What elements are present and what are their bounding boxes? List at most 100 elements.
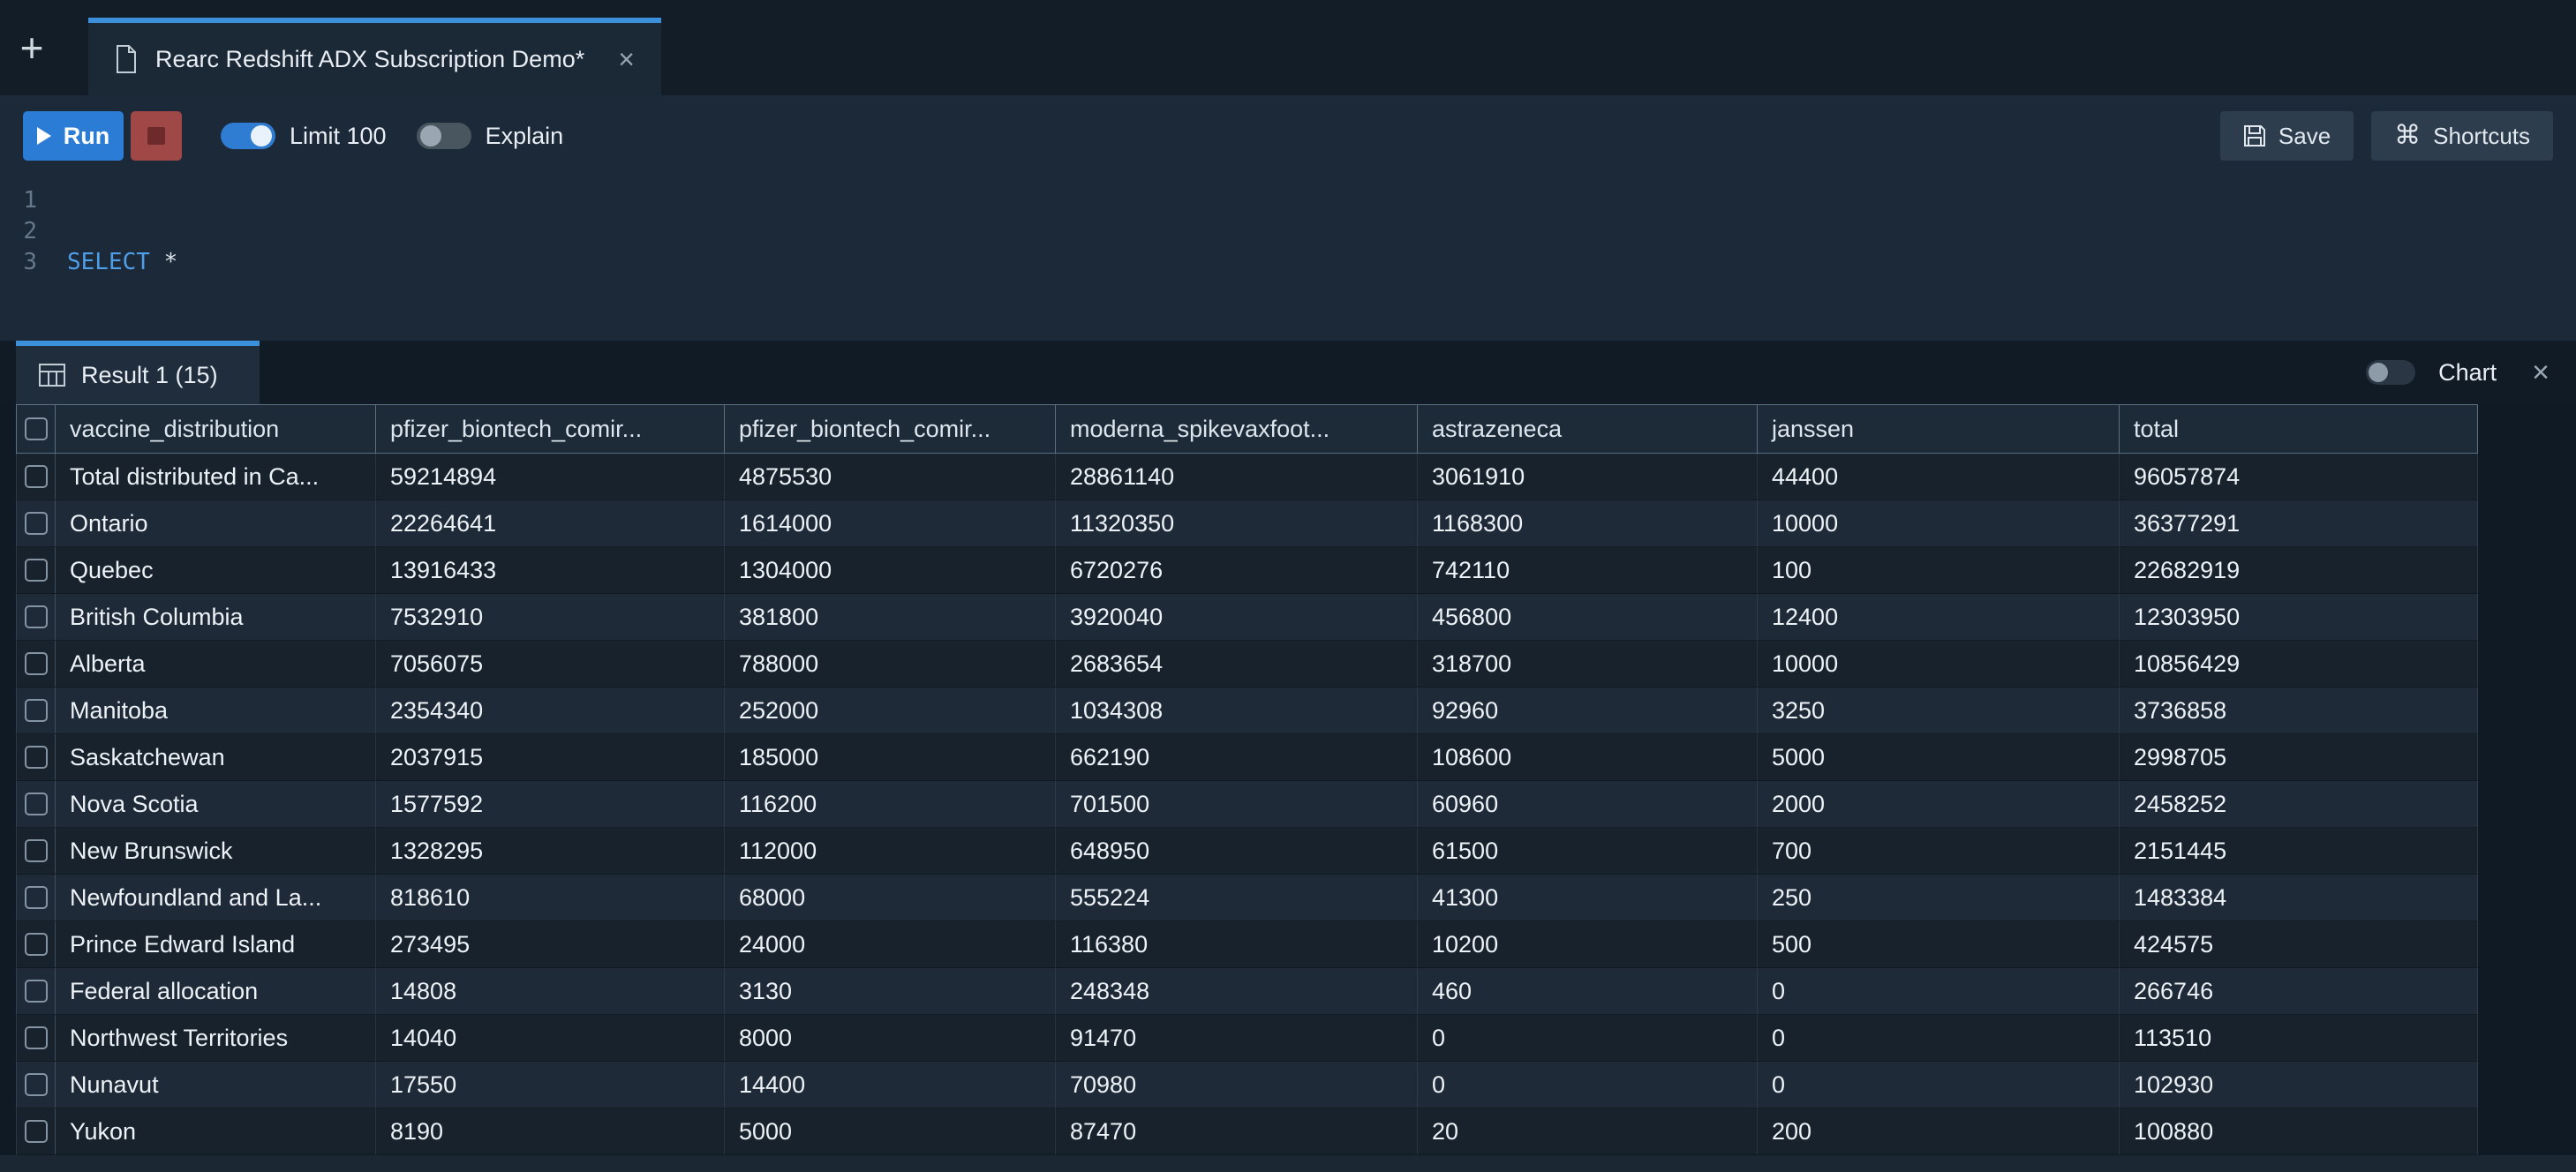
cell: 22682919 bbox=[2120, 547, 2477, 593]
table-row[interactable]: Alberta705607578800026836543187001000010… bbox=[16, 641, 2478, 687]
column-header[interactable]: janssen bbox=[1758, 405, 2120, 453]
sql-code-line: SELECT * bbox=[67, 247, 1131, 278]
cell: 1614000 bbox=[725, 500, 1056, 546]
cell: 700 bbox=[1758, 828, 2120, 874]
table-row[interactable]: Nunavut17550144007098000102930 bbox=[16, 1062, 2478, 1108]
cell: 68000 bbox=[725, 875, 1056, 920]
table-row[interactable]: Nova Scotia15775921162007015006096020002… bbox=[16, 781, 2478, 828]
cell: 460 bbox=[1418, 968, 1758, 1014]
table-row[interactable]: Federal allocation1480831302483484600266… bbox=[16, 968, 2478, 1015]
table-row[interactable]: Manitoba23543402520001034308929603250373… bbox=[16, 687, 2478, 734]
cell: 2998705 bbox=[2120, 734, 2477, 780]
row-checkbox[interactable] bbox=[25, 652, 48, 675]
toggle-knob bbox=[2369, 363, 2388, 382]
row-checkbox[interactable] bbox=[25, 886, 48, 909]
cell: 424575 bbox=[2120, 921, 2477, 967]
row-checkbox[interactable] bbox=[25, 980, 48, 1003]
result-table-header: vaccine_distributionpfizer_biontech_comi… bbox=[16, 404, 2478, 454]
new-tab-button[interactable]: + bbox=[0, 0, 64, 95]
cell: 2037915 bbox=[376, 734, 725, 780]
table-row[interactable]: Quebec1391643313040006720276742110100226… bbox=[16, 547, 2478, 594]
cell: 266746 bbox=[2120, 968, 2477, 1014]
table-row[interactable]: Northwest Territories1404080009147000113… bbox=[16, 1015, 2478, 1062]
column-header[interactable]: pfizer_biontech_comir... bbox=[725, 405, 1056, 453]
cell: 7056075 bbox=[376, 641, 725, 687]
cell: 1034308 bbox=[1056, 687, 1418, 733]
table-row[interactable]: Total distributed in Ca...59214894487553… bbox=[16, 454, 2478, 500]
tab-title: Rearc Redshift ADX Subscription Demo* bbox=[155, 46, 584, 73]
results-close-icon[interactable]: × bbox=[2532, 356, 2550, 390]
table-row[interactable]: Ontario222646411614000113203501168300100… bbox=[16, 500, 2478, 547]
table-row[interactable]: New Brunswick132829511200064895061500700… bbox=[16, 828, 2478, 875]
cell: 701500 bbox=[1056, 781, 1418, 827]
cell: 10000 bbox=[1758, 641, 2120, 687]
header-checkbox[interactable] bbox=[25, 417, 48, 440]
column-header[interactable]: astrazeneca bbox=[1418, 405, 1758, 453]
row-checkbox[interactable] bbox=[25, 1073, 48, 1096]
cell: 10200 bbox=[1418, 921, 1758, 967]
row-checkbox[interactable] bbox=[25, 465, 48, 488]
column-header[interactable]: total bbox=[2120, 405, 2477, 453]
table-row[interactable]: Prince Edward Island27349524000116380102… bbox=[16, 921, 2478, 968]
cell: Manitoba bbox=[56, 687, 376, 733]
row-checkbox[interactable] bbox=[25, 1026, 48, 1049]
cell: 60960 bbox=[1418, 781, 1758, 827]
sql-code[interactable]: SELECT * FROM "rearc_adx_demo_data_share… bbox=[51, 185, 1131, 341]
table-row[interactable]: Newfoundland and La...818610680005552244… bbox=[16, 875, 2478, 921]
save-button[interactable]: Save bbox=[2220, 111, 2354, 161]
table-row[interactable]: Saskatchewan2037915185000662190108600500… bbox=[16, 734, 2478, 781]
chart-toggle[interactable] bbox=[2366, 360, 2415, 385]
cell: 24000 bbox=[725, 921, 1056, 967]
explain-label: Explain bbox=[486, 123, 564, 150]
row-checkbox[interactable] bbox=[25, 605, 48, 628]
sql-editor[interactable]: 1 2 3 SELECT * FROM "rearc_adx_demo_data… bbox=[0, 177, 2576, 341]
cell: 2354340 bbox=[376, 687, 725, 733]
row-checkbox[interactable] bbox=[25, 559, 48, 582]
row-checkbox-cell bbox=[17, 500, 56, 546]
column-header[interactable]: moderna_spikevaxfoot... bbox=[1056, 405, 1418, 453]
editor-tab[interactable]: Rearc Redshift ADX Subscription Demo* × bbox=[88, 18, 661, 95]
tab-close-icon[interactable]: × bbox=[618, 43, 635, 76]
cell: 5000 bbox=[1758, 734, 2120, 780]
shortcuts-button[interactable]: ⌘ Shortcuts bbox=[2371, 111, 2553, 161]
row-checkbox-cell bbox=[17, 921, 56, 967]
row-checkbox[interactable] bbox=[25, 699, 48, 722]
column-header[interactable]: pfizer_biontech_comir... bbox=[376, 405, 725, 453]
stop-button[interactable] bbox=[131, 111, 182, 161]
cell: 14040 bbox=[376, 1015, 725, 1061]
row-checkbox[interactable] bbox=[25, 512, 48, 535]
row-checkbox[interactable] bbox=[25, 746, 48, 769]
cell: Yukon bbox=[56, 1108, 376, 1154]
cell: 100880 bbox=[2120, 1108, 2477, 1154]
result-table: vaccine_distributionpfizer_biontech_comi… bbox=[0, 404, 2576, 1155]
cell: 1483384 bbox=[2120, 875, 2477, 920]
cell: 11320350 bbox=[1056, 500, 1418, 546]
cell: 273495 bbox=[376, 921, 725, 967]
cell: 742110 bbox=[1418, 547, 1758, 593]
row-checkbox[interactable] bbox=[25, 1120, 48, 1143]
line-number-gutter: 1 2 3 bbox=[0, 185, 51, 341]
cell: 318700 bbox=[1418, 641, 1758, 687]
cell: 500 bbox=[1758, 921, 2120, 967]
cell: 3250 bbox=[1758, 687, 2120, 733]
cell: 87470 bbox=[1056, 1108, 1418, 1154]
row-checkbox[interactable] bbox=[25, 793, 48, 815]
limit-toggle[interactable] bbox=[221, 123, 275, 149]
row-checkbox-cell bbox=[17, 641, 56, 687]
cell: 818610 bbox=[376, 875, 725, 920]
cell: 0 bbox=[1758, 1015, 2120, 1061]
cell: Nova Scotia bbox=[56, 781, 376, 827]
row-checkbox[interactable] bbox=[25, 933, 48, 956]
cell: 2458252 bbox=[2120, 781, 2477, 827]
cell: 248348 bbox=[1056, 968, 1418, 1014]
result-tab[interactable]: Result 1 (15) bbox=[16, 341, 260, 404]
column-header[interactable]: vaccine_distribution bbox=[56, 405, 376, 453]
run-button[interactable]: Run bbox=[23, 111, 124, 161]
row-checkbox[interactable] bbox=[25, 839, 48, 862]
table-row[interactable]: Yukon819050008747020200100880 bbox=[16, 1108, 2478, 1155]
explain-toggle[interactable] bbox=[417, 123, 471, 149]
table-row[interactable]: British Columbia753291038180039200404568… bbox=[16, 594, 2478, 641]
cell: 788000 bbox=[725, 641, 1056, 687]
row-checkbox-cell bbox=[17, 1062, 56, 1108]
panel-footer bbox=[0, 1155, 2576, 1172]
